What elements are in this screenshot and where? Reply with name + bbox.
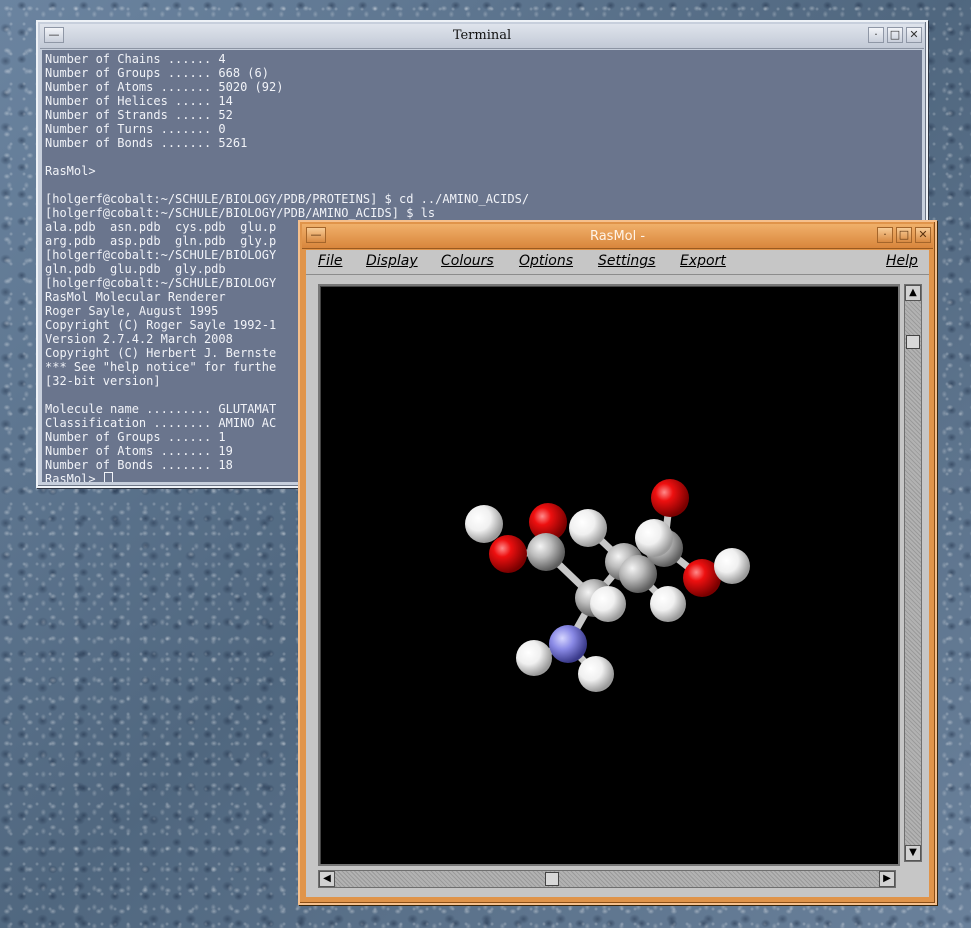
terminal-line: arg.pdb asp.pdb gln.pdb gly.p — [45, 234, 277, 248]
atom-oxygen — [489, 535, 527, 573]
terminal-line: [holgerf@cobalt:~/SCHULE/BIOLOGY/PDB/AMI… — [45, 206, 436, 220]
terminal-titlebar[interactable]: — Terminal · □ ✕ — [40, 24, 924, 49]
terminal-title: Terminal — [452, 28, 512, 43]
terminal-line: Roger Sayle, August 1995 — [45, 304, 219, 318]
terminal-line: Number of Groups ...... 1 — [45, 430, 226, 444]
terminal-line: Molecule name ......... GLUTAMAT — [45, 402, 277, 416]
terminal-line: ala.pdb asn.pdb cys.pdb glu.p — [45, 220, 277, 234]
terminal-line: Copyright (C) Herbert J. Bernste — [45, 346, 277, 360]
atom-hydrogen — [714, 548, 750, 584]
menu-options[interactable]: Options — [519, 253, 573, 269]
close-icon[interactable]: ✕ — [915, 227, 931, 243]
menu-settings[interactable]: Settings — [598, 253, 655, 269]
terminal-line: Number of Bonds ....... 5261 — [45, 136, 248, 150]
text-cursor — [103, 472, 113, 482]
terminal-line: *** See "help notice" for furthe — [45, 360, 277, 374]
terminal-line: [32-bit version] — [45, 374, 161, 388]
terminal-line: RasMol Molecular Renderer — [45, 290, 226, 304]
terminal-line: gln.pdb glu.pdb gly.pdb — [45, 262, 226, 276]
atom-hydrogen — [650, 586, 686, 622]
scroll-down-icon[interactable]: ▼ — [905, 845, 921, 861]
terminal-line: Number of Atoms ....... 19 — [45, 444, 233, 458]
menu-help[interactable]: Help — [886, 253, 918, 269]
menubar: File Display Colours Options Settings Ex… — [306, 250, 929, 275]
menu-display[interactable]: Display — [366, 253, 418, 269]
terminal-line: Number of Atoms ....... 5020 (92) — [45, 80, 284, 94]
atoms — [465, 479, 750, 692]
rasmol-client: File Display Colours Options Settings Ex… — [306, 250, 929, 897]
atom-hydrogen — [516, 640, 552, 676]
terminal-line: Number of Bonds ....... 18 — [45, 458, 233, 472]
atom-nitrogen — [549, 625, 587, 663]
atom-hydrogen — [635, 519, 673, 557]
vertical-scrollbar[interactable]: ▲ ▼ — [904, 284, 922, 862]
rasmol-window[interactable]: — RasMol - · □ ✕ File Display Colours Op… — [298, 220, 937, 905]
terminal-line: Number of Helices ..... 14 — [45, 94, 233, 108]
horizontal-scrollbar[interactable]: ◀ ▶ — [318, 870, 896, 888]
maximize-icon[interactable]: □ — [887, 27, 903, 43]
atom-oxygen — [651, 479, 689, 517]
terminal-line: [holgerf@cobalt:~/SCHULE/BIOLOGY/PDB/PRO… — [45, 192, 530, 206]
atom-hydrogen — [569, 509, 607, 547]
terminal-line: Version 2.7.4.2 March 2008 — [45, 332, 233, 346]
minimize-icon[interactable]: · — [877, 227, 893, 243]
close-icon[interactable]: ✕ — [906, 27, 922, 43]
atom-hydrogen — [578, 656, 614, 692]
terminal-line: Number of Strands ..... 52 — [45, 108, 233, 122]
menu-colours[interactable]: Colours — [441, 253, 494, 269]
rasmol-titlebar[interactable]: — RasMol - · □ ✕ — [302, 224, 933, 249]
terminal-line: [holgerf@cobalt:~/SCHULE/BIOLOGY — [45, 276, 277, 290]
terminal-line: Number of Turns ....... 0 — [45, 122, 226, 136]
terminal-line: Number of Groups ...... 668 (6) — [45, 66, 269, 80]
terminal-line: Copyright (C) Roger Sayle 1992-1 — [45, 318, 277, 332]
scroll-up-icon[interactable]: ▲ — [905, 285, 921, 301]
atom-hydrogen — [465, 505, 503, 543]
terminal-line: RasMol> — [45, 164, 96, 178]
scroll-left-icon[interactable]: ◀ — [319, 871, 335, 887]
atom-carbon — [527, 533, 565, 571]
rasmol-title: RasMol - — [589, 229, 646, 244]
molecule-render — [465, 479, 750, 692]
menu-export[interactable]: Export — [680, 253, 726, 269]
scroll-right-icon[interactable]: ▶ — [879, 871, 895, 887]
atom-hydrogen — [590, 586, 626, 622]
terminal-line: [holgerf@cobalt:~/SCHULE/BIOLOGY — [45, 248, 277, 262]
maximize-icon[interactable]: □ — [896, 227, 912, 243]
vertical-scroll-thumb[interactable] — [906, 335, 920, 349]
menu-file[interactable]: File — [318, 253, 342, 269]
molecule-canvas[interactable] — [318, 284, 900, 866]
terminal-line: Classification ........ AMINO AC — [45, 416, 277, 430]
terminal-prompt: RasMol> — [45, 472, 103, 482]
horizontal-scroll-thumb[interactable] — [545, 872, 559, 886]
terminal-line: Number of Chains ...... 4 — [45, 52, 226, 66]
minimize-icon[interactable]: · — [868, 27, 884, 43]
